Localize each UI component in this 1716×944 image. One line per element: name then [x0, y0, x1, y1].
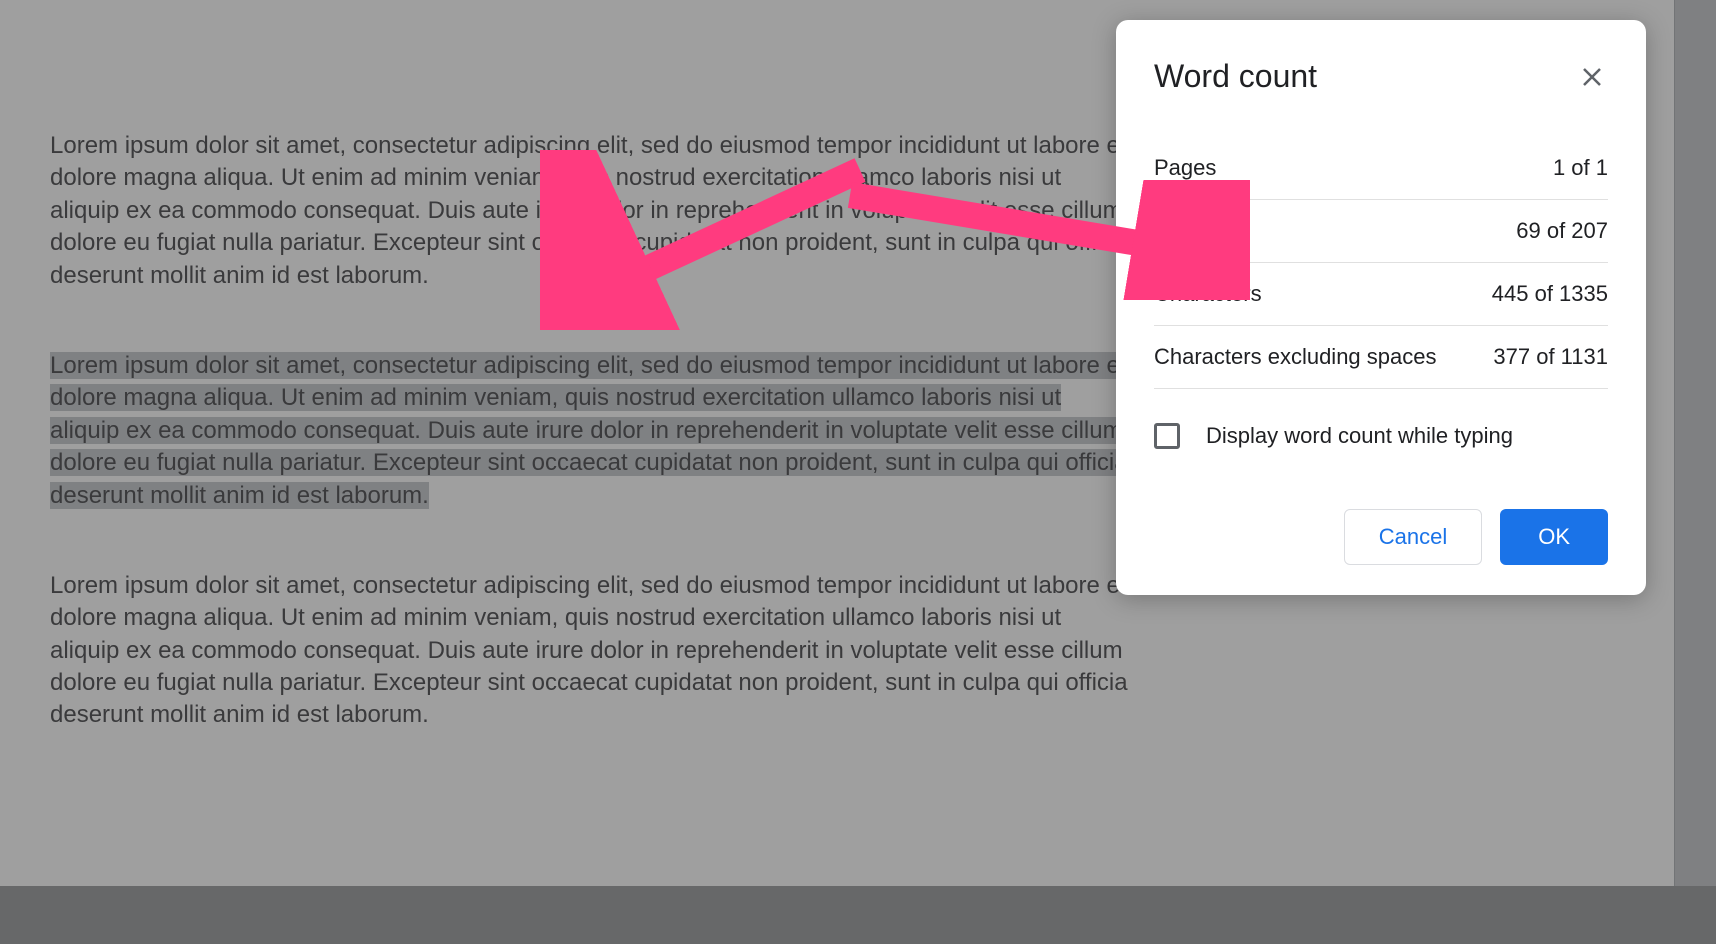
words-label: Words [1154, 218, 1217, 244]
pages-value: 1 of 1 [1553, 155, 1608, 181]
words-value: 69 of 207 [1516, 218, 1608, 244]
stat-row-chars-nospaces: Characters excluding spaces 377 of 1131 [1154, 326, 1608, 389]
stat-row-characters: Characters 445 of 1335 [1154, 263, 1608, 326]
stat-row-pages: Pages 1 of 1 [1154, 137, 1608, 200]
dialog-footer: Cancel OK [1154, 509, 1608, 565]
characters-label: Characters [1154, 281, 1262, 307]
chars-nospaces-value: 377 of 1131 [1493, 344, 1608, 370]
close-button[interactable] [1576, 61, 1608, 93]
ok-button[interactable]: OK [1500, 509, 1608, 565]
display-while-typing-label: Display word count while typing [1206, 423, 1513, 449]
close-icon [1582, 67, 1602, 87]
dialog-title: Word count [1154, 58, 1317, 95]
pages-label: Pages [1154, 155, 1216, 181]
dialog-header: Word count [1154, 58, 1608, 95]
word-count-dialog: Word count Pages 1 of 1 Words 69 of 207 … [1116, 20, 1646, 595]
chars-nospaces-label: Characters excluding spaces [1154, 344, 1436, 370]
cancel-button[interactable]: Cancel [1344, 509, 1482, 565]
stat-row-words: Words 69 of 207 [1154, 200, 1608, 263]
display-while-typing-checkbox[interactable] [1154, 423, 1180, 449]
characters-value: 445 of 1335 [1492, 281, 1608, 307]
display-while-typing-row[interactable]: Display word count while typing [1154, 423, 1608, 449]
